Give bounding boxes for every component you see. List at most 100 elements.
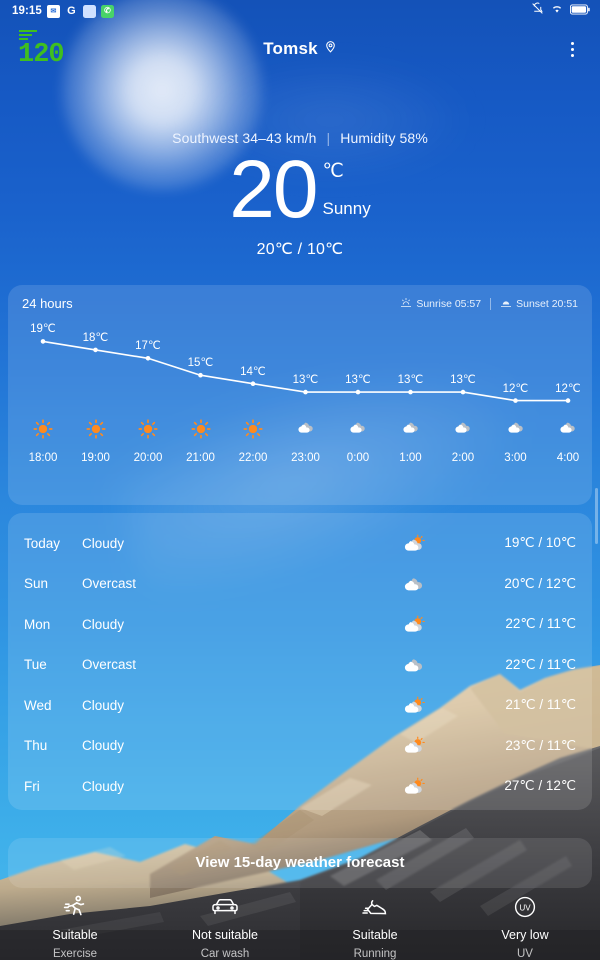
- view-15day-forecast-button[interactable]: View 15-day weather forecast: [8, 838, 592, 888]
- forecast-description: Cloudy: [82, 697, 125, 713]
- chart-point-label: 18℃: [82, 331, 109, 344]
- forecast-description: Cloudy: [82, 535, 125, 551]
- daily-forecast-list: Today Cloudy 19℃ / 10℃ Sun Overcast 20℃ …: [8, 513, 592, 807]
- forecast-description: Cloudy: [82, 616, 125, 632]
- forecast-temperature: 23℃ / 11℃: [505, 737, 576, 753]
- life-index-running[interactable]: Suitable Running: [300, 892, 450, 960]
- fps-overlay: 120: [18, 30, 65, 69]
- chart-point-label: 14℃: [240, 365, 266, 378]
- sunrise-icon: [400, 297, 412, 311]
- location-pin-icon[interactable]: [324, 39, 337, 59]
- life-index-exercise[interactable]: Suitable Exercise: [0, 892, 150, 960]
- table-row[interactable]: Thu Cloudy 23℃ / 11℃: [8, 726, 592, 767]
- sneaker-icon: [300, 892, 450, 922]
- forecast-temperature: 22℃ / 11℃: [505, 616, 576, 632]
- chart-icon-cloudy: [296, 419, 316, 440]
- life-index-uv[interactable]: UV Very low UV: [450, 892, 600, 960]
- status-bar-left: 19:15 ✉ G ✆: [12, 4, 114, 18]
- hourly-forecast-card[interactable]: 24 hours Sunrise 05:57 Sunset 20:51 19℃ …: [8, 285, 592, 505]
- app-header: Tomsk: [0, 28, 600, 70]
- wifi-icon: [550, 2, 564, 20]
- whatsapp-icon: ✆: [100, 4, 114, 18]
- current-weather: Southwest 34–43 km/h | Humidity 58% 20 ℃…: [0, 130, 600, 259]
- forecast-day: Thu: [24, 738, 48, 754]
- temperature-block: 20 ℃ Sunny: [229, 144, 371, 235]
- note-icon: [82, 4, 96, 18]
- high-low-temperature: 20℃ / 10℃: [256, 241, 344, 259]
- sunrise-label: Sunrise 05:57: [416, 297, 482, 310]
- forecast-day: Fri: [24, 778, 40, 794]
- chart-icon-cloudy: [348, 419, 368, 440]
- chart-point-label: 19℃: [30, 323, 56, 336]
- separator: |: [326, 130, 331, 146]
- forecast-description: Cloudy: [82, 778, 125, 794]
- forecast-day: Today: [24, 535, 61, 551]
- life-index-value: Very low: [501, 928, 549, 942]
- forecast-day: Tue: [24, 657, 47, 673]
- forecast-day: Sun: [24, 576, 49, 592]
- chart-time-label: 1:00: [399, 452, 422, 464]
- chart-point-label: 13℃: [345, 374, 371, 387]
- chart-point-label: 17℃: [135, 340, 161, 353]
- menu-dot: [570, 53, 574, 57]
- status-bar-right: [531, 2, 590, 20]
- forecast-description: Overcast: [82, 576, 137, 592]
- forecast-icon-overcast: [384, 655, 444, 674]
- forecast-temperature: 27℃ / 12℃: [504, 778, 576, 794]
- chart-point-label: 12℃: [502, 382, 529, 395]
- forecast-description: Overcast: [82, 657, 137, 673]
- sun-divider: [490, 297, 492, 310]
- chart-icon-sunny: [243, 419, 263, 444]
- forecast-icon-partly-cloudy: [384, 534, 444, 553]
- table-row[interactable]: Wed Cloudy 21℃ / 11℃: [8, 685, 592, 726]
- sunset-icon: [500, 297, 512, 311]
- chart-time-label: 23:00: [291, 452, 320, 464]
- humidity-text: Humidity 58%: [340, 130, 428, 146]
- mail-icon: ✉: [46, 4, 60, 18]
- chart-point-label: 13℃: [397, 374, 424, 387]
- forecast-icon-partly-cloudy: [384, 615, 444, 634]
- page-title: Tomsk: [263, 39, 318, 58]
- chart-time-label: 22:00: [238, 452, 268, 464]
- weather-condition: Sunny: [322, 199, 371, 218]
- google-icon: G: [67, 4, 76, 17]
- life-indices-bar: Suitable Exercise Not suitable Car wash …: [0, 888, 600, 960]
- table-row[interactable]: Sun Overcast 20℃ / 12℃: [8, 564, 592, 605]
- sunset-group: Sunset 20:51: [500, 297, 578, 311]
- chart-time-label: 2:00: [451, 452, 475, 464]
- table-row[interactable]: Tue Overcast 22℃ / 11℃: [8, 645, 592, 686]
- temperature-side: ℃ Sunny: [323, 162, 371, 219]
- table-row[interactable]: Today Cloudy 19℃ / 10℃: [8, 523, 592, 564]
- chart-time-label: 21:00: [186, 452, 215, 464]
- hourly-temperature-chart[interactable]: 19℃ 18℃ 17℃ 15℃ 14℃ 13℃ 13℃ 13℃ 13℃ 12℃ 12℃: [8, 311, 592, 486]
- life-index-name: UV: [517, 948, 533, 960]
- scrollbar-thumb[interactable]: [595, 488, 598, 544]
- status-clock: 19:15: [12, 5, 42, 17]
- life-index-car-wash[interactable]: Not suitable Car wash: [150, 892, 300, 960]
- forecast-temperature: 19℃ / 10℃: [504, 535, 576, 551]
- running-person-icon: [0, 892, 150, 922]
- uv-icon: UV: [450, 892, 600, 922]
- table-row[interactable]: Fri Cloudy 27℃ / 12℃: [8, 766, 592, 807]
- chart-time-label: 20:00: [133, 452, 163, 464]
- chart-time-label: 3:00: [504, 452, 527, 464]
- life-index-name: Running: [353, 948, 397, 960]
- chart-point-label: 15℃: [187, 357, 214, 370]
- view-15day-label: View 15-day weather forecast: [195, 854, 405, 871]
- chart-icon-sunny: [33, 419, 53, 444]
- chart-time-label: 0:00: [346, 452, 370, 464]
- chart-point-label: 13℃: [292, 374, 319, 387]
- sun-times: Sunrise 05:57 Sunset 20:51: [400, 297, 578, 311]
- svg-text:UV: UV: [519, 903, 531, 912]
- menu-dot: [570, 47, 574, 51]
- daily-forecast-card[interactable]: Today Cloudy 19℃ / 10℃ Sun Overcast 20℃ …: [8, 513, 592, 810]
- overflow-menu-button[interactable]: [560, 36, 584, 62]
- forecast-temperature: 21℃ / 11℃: [505, 697, 576, 713]
- table-row[interactable]: Mon Cloudy 22℃ / 11℃: [8, 604, 592, 645]
- life-index-value: Suitable: [52, 928, 98, 942]
- forecast-temperature: 20℃ / 12℃: [504, 575, 576, 591]
- forecast-icon-overcast: [384, 574, 444, 593]
- current-temperature: 20: [229, 144, 318, 235]
- chart-point-label: 13℃: [450, 374, 476, 387]
- forecast-icon-partly-cloudy: [384, 736, 444, 755]
